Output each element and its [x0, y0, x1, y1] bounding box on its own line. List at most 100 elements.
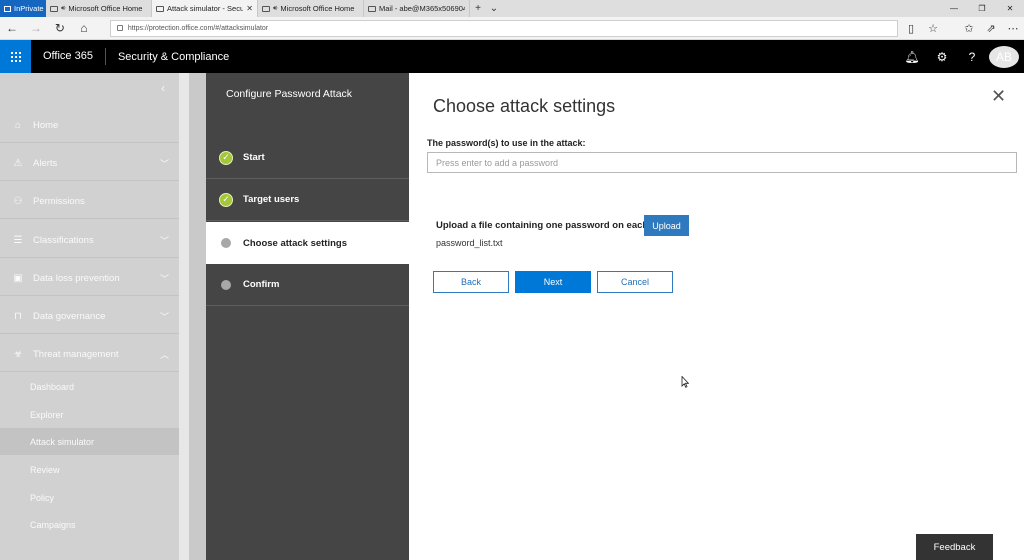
app-launcher-icon[interactable] [0, 40, 31, 73]
left-nav: ‹ ⌂ Home ⚠ Alerts ﹀ ⚇ Permissions ☰ Clas… [0, 73, 189, 560]
gear-icon[interactable]: ⚙ [927, 50, 957, 64]
uploaded-filename: password_list.txt [436, 238, 503, 248]
biohazard-icon: ☣ [13, 349, 23, 360]
sidebar-subitem-explorer[interactable]: Explorer [0, 401, 179, 428]
close-icon[interactable]: ✕ [991, 87, 1006, 105]
browser-tab[interactable]: Mail - abe@M365x506904.c [364, 0, 470, 17]
chevron-down-icon: ﹀ [159, 236, 169, 246]
sidebar-item-permissions[interactable]: ⚇ Permissions [0, 185, 179, 219]
app-name[interactable]: Security & Compliance [106, 51, 229, 63]
tab-list-chevron-icon[interactable]: ⌄ [486, 0, 502, 17]
wizard-step-label: Target users [243, 194, 300, 205]
collapse-nav-icon[interactable]: ‹ [161, 81, 165, 95]
checkmark-icon: ✓ [219, 150, 233, 165]
brand-name[interactable]: Office 365 [31, 48, 106, 65]
wizard-steps-panel: Configure Password Attack ✓ Start ✓ Targ… [206, 73, 409, 560]
lock-icon [116, 25, 123, 31]
more-icon[interactable]: ⋯ [1002, 17, 1024, 40]
avatar[interactable]: AB [989, 45, 1019, 68]
wizard-step-label: Start [243, 152, 265, 163]
mouse-pointer-icon [681, 376, 689, 388]
sidebar-subitem-review[interactable]: Review [0, 456, 179, 483]
back-arrow-icon[interactable]: ← [0, 17, 24, 40]
sidebar-item-dlp[interactable]: ▣ Data loss prevention ﹀ [0, 262, 179, 296]
sidebar-item-label: Home [33, 120, 59, 131]
office-favicon-icon [262, 5, 270, 12]
wizard-step-confirm[interactable]: Confirm [206, 264, 409, 306]
browser-tab[interactable]: 🔊︎ Microsoft Office Home [258, 0, 364, 17]
wizard-step-target-users[interactable]: ✓ Target users [206, 179, 409, 221]
sidebar-item-classifications[interactable]: ☰ Classifications ﹀ [0, 224, 179, 258]
next-button[interactable]: Next [515, 271, 591, 293]
step-dot-icon [221, 238, 231, 248]
browser-toolbar: ▯ ☆ ✩ ⇗ ⋯ [900, 17, 1024, 40]
browser-tab-title: Mail - abe@M365x506904.c [379, 4, 465, 13]
list-icon: ☰ [13, 235, 23, 246]
forward-arrow-icon[interactable]: → [24, 17, 48, 40]
sidebar-subitem-dashboard[interactable]: Dashboard [0, 373, 179, 400]
inprivate-icon [4, 5, 11, 12]
reading-view-icon[interactable]: ▯ [900, 17, 922, 40]
mail-favicon-icon [368, 5, 376, 12]
sidebar-subitem-policy[interactable]: Policy [0, 484, 179, 511]
sidebar-subitem-attack-simulator[interactable]: Attack simulator [0, 428, 179, 455]
notification-bell-icon[interactable]: 🔔︎ [897, 50, 927, 64]
upload-label: Upload a file containing one password on… [436, 220, 668, 231]
home-icon: ⌂ [14, 120, 22, 131]
new-tab-icon[interactable]: + [470, 0, 486, 17]
page-title: Choose attack settings [433, 96, 616, 116]
sidebar-subitem-label: Explorer [30, 409, 64, 420]
lock-icon: ⊓ [14, 311, 22, 322]
minimize-icon[interactable]: — [940, 0, 968, 17]
restore-icon[interactable]: ❐ [968, 0, 996, 17]
password-input[interactable] [427, 152, 1017, 173]
sidebar-item-data-governance[interactable]: ⊓ Data governance ﹀ [0, 300, 179, 334]
address-bar[interactable]: https://protection.office.com/#/attacksi… [109, 19, 899, 37]
close-tab-icon[interactable]: ✕ [246, 4, 253, 13]
chevron-down-icon: ﹀ [159, 274, 169, 284]
chevron-down-icon: ﹀ [159, 159, 169, 169]
speaker-icon[interactable]: 🔊︎ [61, 5, 65, 13]
sidebar-subitem-label: Campaigns [30, 519, 76, 530]
share-icon[interactable]: ⇗ [980, 17, 1002, 40]
cancel-button[interactable]: Cancel [597, 271, 673, 293]
refresh-icon[interactable]: ↻ [48, 17, 72, 40]
wizard-step-choose-attack-settings[interactable]: Choose attack settings [206, 222, 409, 264]
browser-tab-title: Microsoft Office Home [280, 4, 355, 13]
browser-tab-strip: InPrivate 🔊︎ Microsoft Office Home Attac… [0, 0, 1024, 17]
wizard-title: Configure Password Attack [226, 88, 353, 100]
browser-tab-title: Attack simulator - Secu [167, 4, 244, 13]
modal-backdrop [189, 73, 206, 560]
inprivate-label: InPrivate [14, 4, 44, 13]
nav-scrollbar[interactable] [179, 73, 189, 560]
browser-tab[interactable]: 🔊︎ Microsoft Office Home [46, 0, 152, 17]
header-actions: 🔔︎ ⚙ ? AB [897, 45, 1024, 68]
browser-tab-active[interactable]: Attack simulator - Secu ✕ [152, 0, 258, 17]
sidebar-item-alerts[interactable]: ⚠ Alerts ﹀ [0, 147, 179, 181]
wizard-step-label: Choose attack settings [243, 237, 347, 249]
help-icon[interactable]: ? [957, 50, 987, 64]
document-lock-icon: ▣ [13, 273, 23, 284]
favorites-hub-icon[interactable]: ✩ [958, 17, 980, 40]
page-favicon-icon [156, 5, 164, 12]
sidebar-item-home[interactable]: ⌂ Home [0, 109, 179, 143]
sidebar-subitem-campaigns[interactable]: Campaigns [0, 511, 179, 538]
sidebar-subitem-label: Review [30, 464, 60, 475]
sidebar-item-threat-management[interactable]: ☣ Threat management ︿ [0, 338, 179, 372]
upload-button[interactable]: Upload [644, 215, 689, 236]
back-button[interactable]: Back [433, 271, 509, 293]
toolbar-spacer [944, 17, 958, 40]
feedback-button[interactable]: Feedback [916, 534, 993, 560]
favorite-star-icon[interactable]: ☆ [922, 17, 944, 40]
window-close-icon[interactable]: ✕ [996, 0, 1024, 17]
app-window: InPrivate 🔊︎ Microsoft Office Home Attac… [0, 0, 1024, 560]
home-nav-icon[interactable]: ⌂ [72, 17, 96, 40]
chevron-down-icon: ﹀ [159, 312, 169, 322]
wizard-step-label: Confirm [243, 279, 280, 290]
address-url: https://protection.office.com/#/attacksi… [127, 24, 269, 32]
speaker-icon[interactable]: 🔊︎ [273, 5, 277, 13]
wizard-step-start[interactable]: ✓ Start [206, 137, 409, 179]
sidebar-subitem-label: Attack simulator [30, 436, 95, 447]
sidebar-item-label: Data loss prevention [33, 273, 120, 284]
browser-tab-title: Microsoft Office Home [68, 4, 143, 13]
